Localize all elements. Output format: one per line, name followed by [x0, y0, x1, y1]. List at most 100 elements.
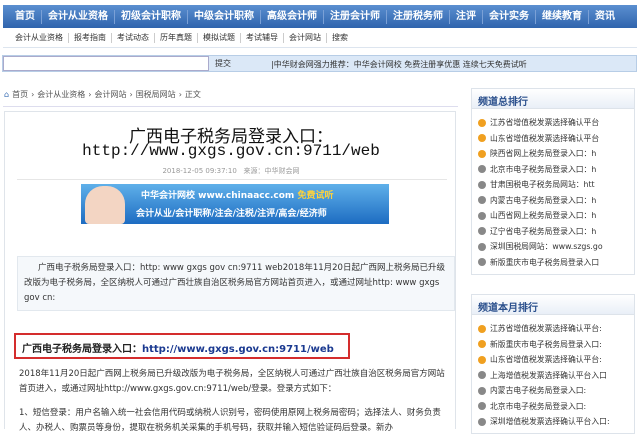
ranking-item[interactable]: 内蒙古电子税务局登录入口：h [478, 193, 630, 209]
rank-number-icon [478, 340, 486, 349]
breadcrumb-item[interactable]: 国税局网站 [136, 89, 176, 100]
ranking-item[interactable]: 山东省增值税发票选择确认平台: [478, 352, 630, 368]
ranking-item[interactable]: 新版重庆市电子税务局登录入口 [478, 255, 630, 271]
subnav-item[interactable]: 历年真题 [155, 33, 198, 43]
login-link[interactable]: http://www.gxgs.gov.cn:9711/web [142, 344, 334, 355]
breadcrumb-separator: › [129, 90, 133, 99]
nav-item[interactable]: 会计实务 [483, 9, 536, 24]
article-meta: 2018-12-05 09:37:10 来源：中华财会网 [5, 166, 457, 176]
ranking-item[interactable]: 辽宁省电子税务局登录入口：h [478, 224, 630, 240]
nav-item[interactable]: 注册会计师 [324, 9, 387, 24]
ranking-item-label: 山西省网上税务局登录入口：h [490, 211, 597, 221]
article-date: 2018-12-05 09:37:10 [162, 167, 237, 175]
rank-number-icon [478, 196, 486, 205]
rank-number-icon [478, 134, 486, 143]
article-paragraph: 1、短信登录：用户名输入统一社会信用代码或纳税人识别号，密码使用原网上税务局密码… [19, 408, 441, 433]
rank-number-icon [478, 227, 486, 236]
breadcrumb-separator: › [88, 90, 92, 99]
ranking-item-label: 辽宁省电子税务局登录入口：h [490, 226, 597, 236]
rank-number-icon [478, 211, 486, 220]
nav-item[interactable]: 注册税务师 [387, 9, 450, 24]
article-title-url: http://www.gxgs.gov.cn:9711/web [82, 142, 380, 160]
ranking-item-label: 山东省增值税发票选择确认平台 [490, 133, 600, 143]
breadcrumb-item: 正文 [184, 90, 201, 99]
nav-item[interactable]: 注评 [450, 9, 483, 24]
ranking-item-label: 江苏省增值税发票选择确认平台 [490, 118, 600, 128]
breadcrumb-separator: › [178, 90, 182, 99]
banner-line2: 会计从业/会计职称/注会/注税/注评/高会/经济师 [136, 209, 327, 219]
breadcrumb-item[interactable]: 会计网站 [94, 89, 126, 100]
subnav-item[interactable]: 搜索 [327, 33, 353, 43]
banner-line1: 中华会计网校 www.chinaacc.com [141, 191, 295, 201]
ranking-item-label: 山东省增值税发票选择确认平台: [490, 355, 602, 365]
subnav-item[interactable]: 模拟试题 [198, 33, 241, 43]
ranking-item[interactable]: 内蒙古电子税务局登录入口: [478, 383, 630, 399]
rank-number-icon [478, 417, 486, 426]
article: 广西电子税务局登录入口： http://www.gxgs.gov.cn:9711… [4, 111, 457, 433]
rank-number-icon [478, 355, 486, 364]
rank-number-icon [478, 402, 486, 411]
ranking-item-label: 内蒙古电子税务局登录入口: [490, 386, 587, 396]
nav-item[interactable]: 会计从业资格 [42, 9, 115, 24]
ranking-item[interactable]: 山东省增值税发票选择确认平台 [478, 131, 630, 147]
article-source: 来源：中华财会网 [243, 167, 300, 175]
subnav-item[interactable]: 考试动态 [112, 33, 155, 43]
submit-button[interactable]: 提交 [215, 58, 231, 69]
ranking-item[interactable]: 深圳增值税发票选择确认平台入口: [478, 414, 630, 430]
ranking-item[interactable]: 北京市电子税务局登录入口：h [478, 162, 630, 178]
ranking-item[interactable]: 江苏省增值税发票选择确认平台 [478, 115, 630, 131]
ranking-item-label: 新版重庆市电子税务局登录入口: [490, 339, 602, 349]
subnav-item[interactable]: 会计从业资格 [10, 33, 69, 43]
rank-number-icon [478, 180, 486, 189]
ranking-item[interactable]: 陕西省网上税务局登录入口：h [478, 146, 630, 162]
banner-free: 免费试听 [297, 191, 334, 201]
nav-item[interactable]: 高级会计师 [261, 9, 324, 24]
ranking-item-label: 深圳国税局网站：www.szgs.go [490, 242, 603, 252]
ranking-item[interactable]: 新版重庆市电子税务局登录入口: [478, 337, 630, 353]
ranking-title: 频道本月排行 [472, 295, 634, 315]
search-input[interactable] [3, 56, 209, 71]
promo-text[interactable]: |中华财会网强力推荐：中华会计网校 免费注册享优惠 连续七天免费试听 [271, 59, 527, 70]
banner-image [85, 186, 125, 224]
ranking-item-label: 内蒙古电子税务局登录入口：h [490, 195, 597, 205]
ranking-item[interactable]: 江苏省增值税发票选择确认平台: [478, 321, 630, 337]
ranking-item[interactable]: 山西省网上税务局登录入口：h [478, 208, 630, 224]
ranking-title: 频道总排行 [472, 89, 634, 109]
subnav-item[interactable]: 会计网站 [284, 33, 327, 43]
rank-number-icon [478, 386, 486, 395]
subnav-item[interactable]: 考试辅导 [241, 33, 284, 43]
ranking-item-label: 江苏省增值税发票选择确认平台: [490, 324, 602, 334]
breadcrumb-item[interactable]: 会计从业资格 [37, 89, 85, 100]
search-bar: 提交 |中华财会网强力推荐：中华会计网校 免费注册享优惠 连续七天免费试听 [2, 55, 637, 72]
ranking-item[interactable]: 上海增值税发票选择确认平台入口 [478, 368, 630, 384]
sub-nav: 会计从业资格 报考指南 考试动态 历年真题 模拟试题 考试辅导 会计网站 搜索 [3, 29, 637, 48]
breadcrumb-separator: › [31, 90, 35, 99]
ranking-item-label: 北京市电子税务局登录入口：h [490, 164, 597, 174]
ad-banner[interactable]: 中华会计网校 www.chinaacc.com 免费试听 会计从业/会计职称/注… [81, 184, 389, 224]
ranking-item-label: 深圳增值税发票选择确认平台入口: [490, 417, 610, 427]
nav-item[interactable]: 中级会计职称 [188, 9, 261, 24]
rank-number-icon [478, 149, 486, 158]
ranking-month: 频道本月排行江苏省增值税发票选择确认平台: 新版重庆市电子税务局登录入口: 山东省增… [471, 294, 635, 434]
home-icon: ⌂ [4, 90, 10, 99]
nav-item[interactable]: 资讯 [589, 10, 621, 24]
ranking-item-label: 新版重庆市电子税务局登录入口 [490, 257, 600, 267]
main-nav: 首页 会计从业资格 初级会计职称 中级会计职称 高级会计师 注册会计师 注册税务师 注评 会计实… [3, 5, 637, 28]
rank-number-icon [478, 371, 486, 380]
nav-item[interactable]: 继续教育 [536, 9, 589, 24]
ranking-item[interactable]: 北京市电子税务局登录入口: [478, 399, 630, 415]
nav-item[interactable]: 初级会计职称 [115, 9, 188, 24]
rank-number-icon [478, 118, 486, 127]
divider [3, 106, 458, 107]
nav-item[interactable]: 首页 [9, 9, 42, 24]
breadcrumb-item[interactable]: 首页 [12, 89, 28, 100]
ranking-item[interactable]: 深圳国税局网站：www.szgs.go [478, 239, 630, 255]
breadcrumb: ⌂ 首页 › 会计从业资格 › 会计网站 › 国税局网站 › 正文 [4, 89, 201, 100]
rank-number-icon [478, 165, 486, 174]
ranking-item-label: 陕西省网上税务局登录入口：h [490, 149, 597, 159]
ranking-item[interactable]: 甘肃国税电子税务局网站：htt [478, 177, 630, 193]
article-summary: 广西电子税务局登录入口：http: www gxgs gov cn:9711 w… [17, 256, 455, 311]
rank-number-icon [478, 242, 486, 251]
subnav-item[interactable]: 报考指南 [69, 33, 112, 43]
highlight-label: 广西电子税务局登录入口： [22, 344, 142, 355]
